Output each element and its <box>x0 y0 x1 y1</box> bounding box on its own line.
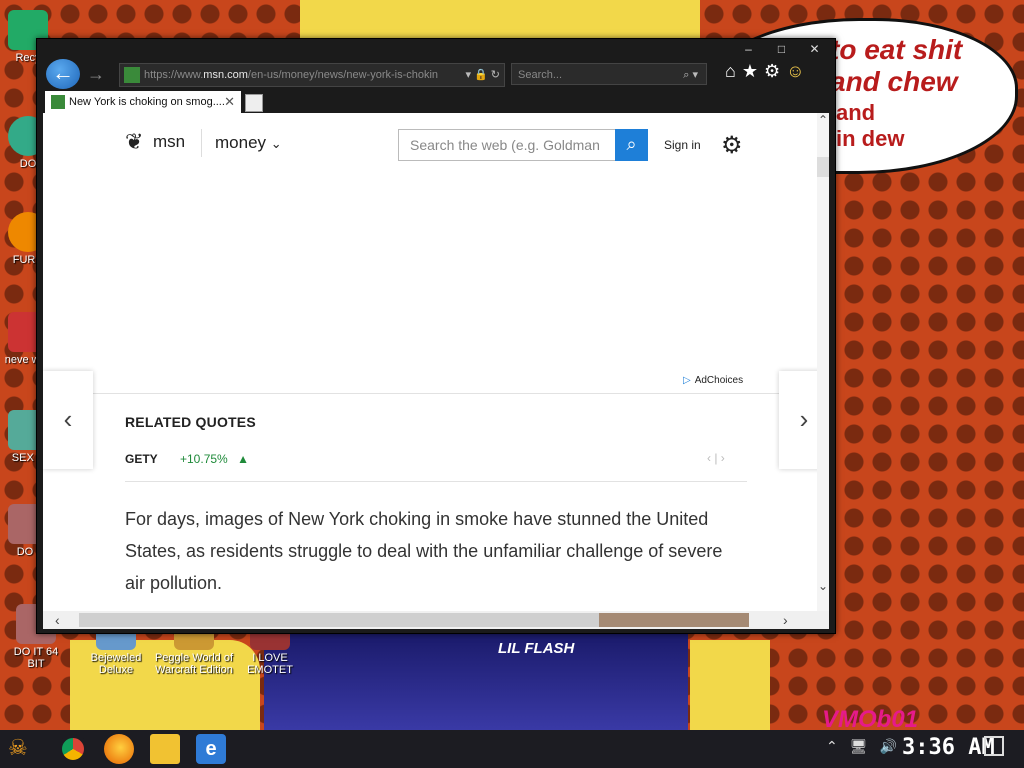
address-path: /en-us/money/news/new-york-is-chokin <box>247 69 439 81</box>
search-icon[interactable]: ⌕ ▾ <box>683 64 698 86</box>
tab-title: New York is choking on smog.... <box>69 96 225 108</box>
up-arrow-icon: ▲ <box>237 452 249 466</box>
quote-pager[interactable]: ‹ | › <box>707 451 725 465</box>
scroll-thumb[interactable] <box>817 157 829 177</box>
speech-bubble-line-3: and <box>836 100 876 125</box>
adchoices-link[interactable]: ▷ AdChoices <box>683 375 743 386</box>
gear-icon[interactable]: ⚙ <box>764 61 780 82</box>
speech-bubble-text-lower: and in dew <box>836 100 904 152</box>
page-viewport: ❦ msn money ⌄ Search the web (e.g. Goldm… <box>43 113 829 611</box>
wallpaper-poster <box>264 632 688 734</box>
taskbar-apps: e <box>58 734 226 764</box>
vertical-scrollbar[interactable]: ⌃ ⌄ <box>817 113 829 611</box>
action-center-icon[interactable] <box>984 736 1004 756</box>
tray-expand-icon[interactable]: ⌃ <box>826 738 838 755</box>
navigation-bar: ← → https://www.msn.com/en-us/money/news… <box>45 59 827 91</box>
tab-close-icon[interactable]: ✕ <box>224 91 235 113</box>
msn-logo[interactable]: ❦ msn <box>125 129 185 155</box>
speech-bubble-line-1: to eat shit <box>830 34 963 65</box>
scroll-right-button[interactable]: › <box>783 611 788 629</box>
firefox-icon[interactable] <box>104 734 134 764</box>
desktop-icon-label: Peggle World of Warcraft Edition <box>154 652 234 676</box>
chrome-icon[interactable] <box>58 734 88 764</box>
desktop-wallpaper-blob-bottom-right <box>690 640 770 732</box>
carousel-prev-button[interactable]: ‹ <box>43 371 93 469</box>
file-explorer-icon[interactable] <box>150 734 180 764</box>
address-host: msn.com <box>203 69 248 81</box>
quote-change: +10.75% ▲ <box>180 452 249 466</box>
adchoices-label: AdChoices <box>694 375 744 386</box>
desktop-icon-label: DO <box>19 158 37 170</box>
back-button[interactable]: ← <box>46 59 80 89</box>
internet-explorer-window: – □ ✕ ← → https://www.msn.com/en-us/mone… <box>36 38 836 634</box>
scroll-left-button[interactable]: ‹ <box>55 611 60 629</box>
desktop-wallpaper-blob <box>300 0 700 40</box>
system-tray: ⌃ 🖥 🔊 <box>826 738 897 755</box>
taskbar: ☠ e ⌃ 🖥 🔊 3:36 AM <box>0 730 1024 768</box>
related-quotes-heading: RELATED QUOTES <box>125 414 256 430</box>
quote-ticker-link[interactable]: GETY <box>125 452 158 466</box>
forward-button[interactable]: → <box>87 63 111 85</box>
scroll-up-button[interactable]: ⌃ <box>817 113 829 127</box>
section-selector[interactable]: money ⌄ <box>215 133 282 153</box>
address-scheme: https://www. <box>144 69 204 81</box>
speech-bubble-line-2: and chew <box>830 66 958 97</box>
maximize-button[interactable]: □ <box>765 41 798 59</box>
home-icon[interactable]: ⌂ <box>725 61 736 82</box>
section-divider <box>93 393 779 394</box>
tab-row: New York is choking on smog.... ✕ <box>45 91 827 115</box>
sign-in-link[interactable]: Sign in <box>664 138 701 152</box>
star-icon[interactable]: ★ <box>742 61 758 82</box>
horizontal-scrollbar[interactable]: ‹ › <box>43 611 829 629</box>
horizontal-scroll-track-image <box>599 613 749 627</box>
browser-search-placeholder: Search... <box>518 69 563 81</box>
minimize-button[interactable]: – <box>732 41 765 59</box>
site-favicon-icon <box>124 67 140 83</box>
quote-change-value: +10.75% <box>180 452 228 466</box>
taskbar-clock[interactable]: 3:36 AM <box>902 735 995 760</box>
desktop-icon-label: I LOVE EMOTET <box>247 652 293 676</box>
network-icon[interactable]: 🖥 <box>850 738 868 755</box>
command-icons: ⌂ ★ ⚙ ☺ <box>725 61 805 82</box>
msn-search-input[interactable]: Search the web (e.g. Goldman <box>398 129 616 161</box>
section-label: money <box>215 133 267 152</box>
desktop-icon-label: Bejeweled Deluxe <box>90 652 142 676</box>
internet-explorer-icon[interactable]: e <box>196 734 226 764</box>
browser-search-box[interactable]: Search... ⌕ ▾ <box>511 63 707 85</box>
poster-title: LIL FLASH <box>498 640 575 657</box>
new-tab-button[interactable] <box>245 94 263 112</box>
quote-divider <box>125 481 747 482</box>
scroll-down-button[interactable]: ⌄ <box>817 579 829 593</box>
header-divider <box>201 129 202 157</box>
chevron-down-icon: ⌄ <box>270 136 282 151</box>
settings-gear-icon[interactable]: ⚙ <box>721 131 743 160</box>
address-bar[interactable]: https://www.msn.com/en-us/money/news/new… <box>119 63 505 87</box>
smiley-icon[interactable]: ☺ <box>786 61 804 82</box>
start-button[interactable]: ☠ <box>8 735 38 763</box>
msn-search-button[interactable]: ⌕ <box>615 129 648 161</box>
site-favicon-icon <box>51 95 65 109</box>
close-button[interactable]: ✕ <box>798 41 831 59</box>
window-controls: – □ ✕ <box>732 41 831 59</box>
volume-icon[interactable]: 🔊 <box>880 738 897 755</box>
msn-logo-text: msn <box>153 132 186 151</box>
tab-active[interactable]: New York is choking on smog.... ✕ <box>45 91 241 113</box>
article-paragraph: For days, images of New York choking in … <box>125 509 723 593</box>
desktop-icon-label: DO IT 64 BIT <box>13 646 59 670</box>
adchoices-icon: ▷ <box>683 375 691 386</box>
msn-butterfly-icon: ❦ <box>125 129 144 154</box>
address-tools[interactable]: ▾ 🔒 ↻ <box>465 64 500 86</box>
speech-bubble-line-4: in dew <box>836 126 905 151</box>
speech-bubble-text: to eat shit and chew <box>830 34 962 98</box>
horizontal-scroll-thumb[interactable] <box>79 613 599 627</box>
